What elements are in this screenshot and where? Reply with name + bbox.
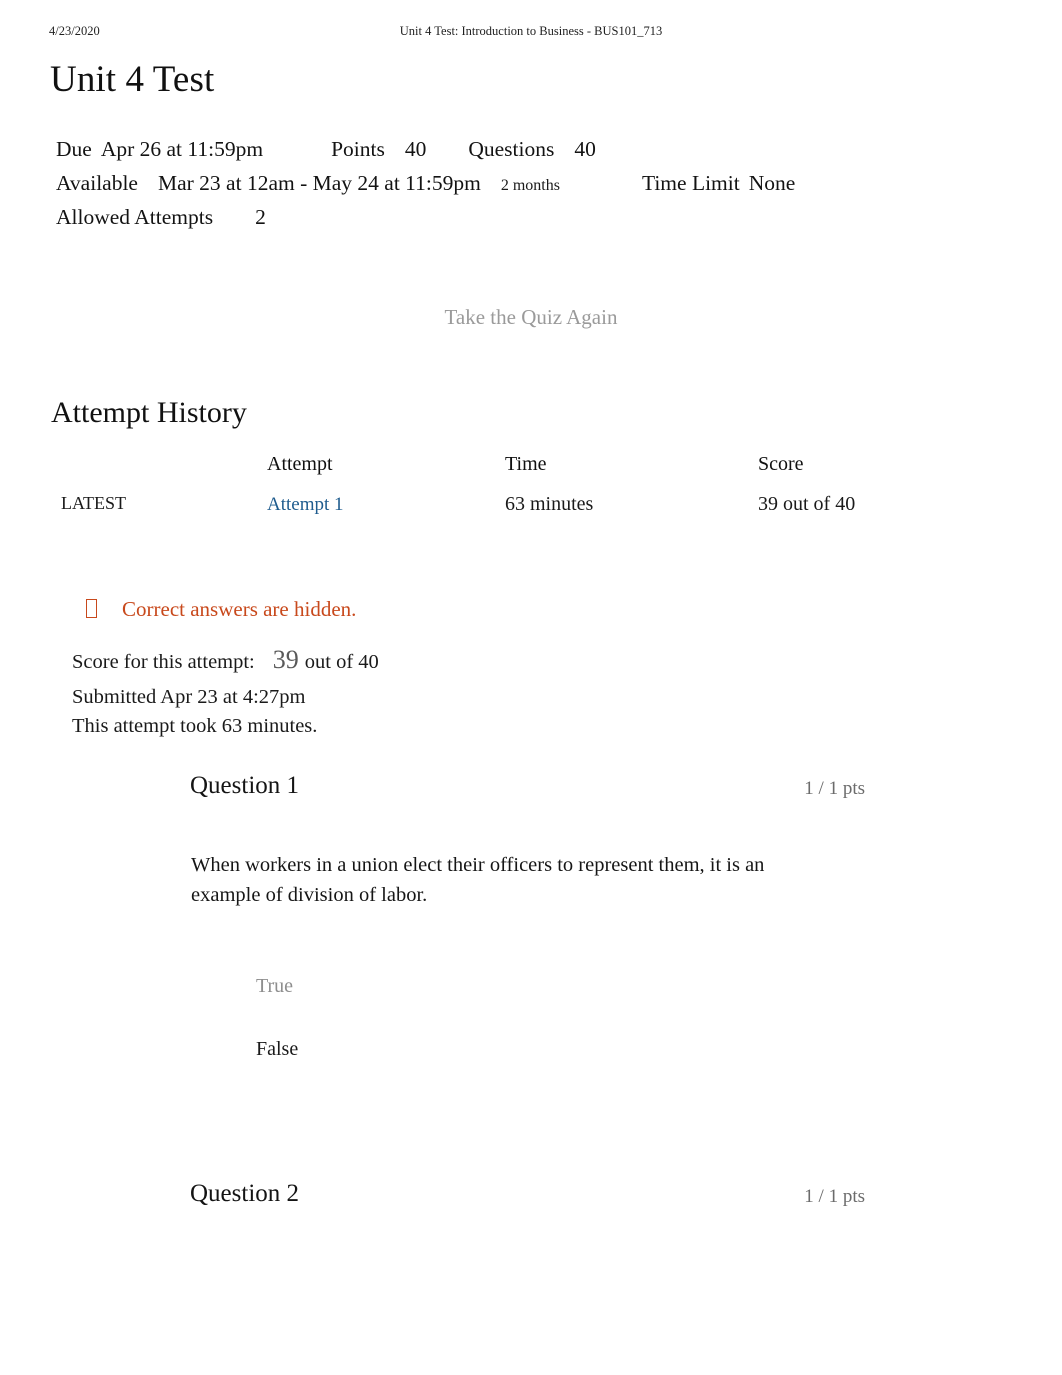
attempt-duration: This attempt took 63 minutes.	[72, 715, 318, 737]
attempt-score-outof: out of 40	[304, 651, 379, 673]
question-block-1: Question 1 1 / 1 pts When workers in a u…	[190, 772, 890, 1162]
questions-value: 40	[574, 137, 596, 161]
question-text-1: When workers in a union elect their offi…	[191, 854, 765, 906]
question-points-1: 1 / 1 pts	[804, 778, 865, 799]
quiz-meta-row-available: Available Mar 23 at 12am - May 24 at 11:5…	[56, 166, 795, 200]
question-block-2: Question 2 1 / 1 pts	[190, 1180, 890, 1300]
print-document-title: Unit 4 Test: Introduction to Business - …	[399, 24, 663, 38]
quiz-meta-block: Due Apr 26 at 11:59pm Points 40 Questions 40 …	[56, 132, 795, 234]
available-value: Mar 23 at 12am - May 24 at 11:59pm	[157, 171, 481, 195]
question-name-1: Question 1	[190, 772, 300, 799]
points-label: Points	[331, 137, 385, 161]
attempt-score-label: Score for this attempt:	[72, 651, 255, 673]
table-row: LATEST Attempt 1 63 minutes 39 out of 40	[56, 493, 956, 521]
hidden-answers-notice: Correct answers are hidden.	[86, 597, 356, 622]
column-header-latest	[56, 453, 267, 493]
time-limit-label: Time Limit	[641, 171, 740, 195]
page-title: Unit 4 Test	[50, 59, 215, 100]
attempt-score-line: Score for this attempt: 39 out of 40	[72, 645, 379, 677]
latest-badge: LATEST	[61, 493, 126, 513]
table-header-row: Attempt Time Score	[56, 453, 956, 493]
answer-option-false[interactable]: False	[256, 1038, 776, 1101]
answer-label-false: False	[256, 1038, 299, 1060]
due-value: Apr 26 at 11:59pm	[100, 137, 264, 161]
quiz-meta-row-attempts: Allowed Attempts 2	[56, 200, 795, 234]
question-header-1: Question 1 1 / 1 pts	[190, 772, 890, 808]
question-name-2: Question 2	[190, 1180, 300, 1207]
time-limit-value: None	[748, 171, 796, 195]
take-quiz-again-button[interactable]: Take the Quiz Again	[0, 305, 1062, 330]
questions-label: Questions	[468, 137, 555, 161]
answer-option-true[interactable]: True	[256, 975, 776, 1038]
quiz-meta-row-due: Due Apr 26 at 11:59pm Points 40 Questions 40	[56, 132, 795, 166]
attempt-submitted: Submitted Apr 23 at 4:27pm	[72, 686, 306, 708]
hidden-answers-notice-text: Correct answers are hidden.	[122, 597, 357, 621]
take-quiz-again-label: Take the Quiz Again	[444, 305, 618, 329]
answer-label-true: True	[256, 975, 294, 997]
attempt-link[interactable]: Attempt 1	[267, 494, 344, 515]
column-header-time: Time	[505, 453, 547, 475]
available-label: Available	[56, 171, 138, 195]
allowed-attempts-value: 2	[255, 205, 266, 229]
print-header: 4/23/2020 Unit 4 Test: Introduction to B…	[0, 24, 1062, 42]
column-header-score: Score	[758, 453, 804, 475]
attempt-history-table: Attempt Time Score LATEST Attempt 1 63 m…	[56, 453, 956, 521]
due-label: Due	[56, 137, 92, 161]
available-duration: 2 months	[500, 177, 560, 194]
attempt-cell: Attempt 1	[267, 493, 505, 521]
column-header-attempt: Attempt	[267, 453, 333, 475]
attempt-score-value: 39	[272, 645, 299, 674]
missing-glyph-box-icon	[86, 599, 97, 618]
attempt-score: 39 out of 40	[758, 493, 856, 515]
attempt-history-title: Attempt History	[51, 396, 247, 429]
question-points-2: 1 / 1 pts	[804, 1186, 865, 1207]
points-value: 40	[404, 137, 427, 161]
answer-list-1: True False	[256, 975, 776, 1101]
attempt-summary: Score for this attempt: 39 out of 40 Submi…	[72, 645, 379, 741]
allowed-attempts-label: Allowed Attempts	[56, 205, 214, 229]
question-header-2: Question 2 1 / 1 pts	[190, 1180, 890, 1216]
attempt-time: 63 minutes	[505, 493, 594, 515]
